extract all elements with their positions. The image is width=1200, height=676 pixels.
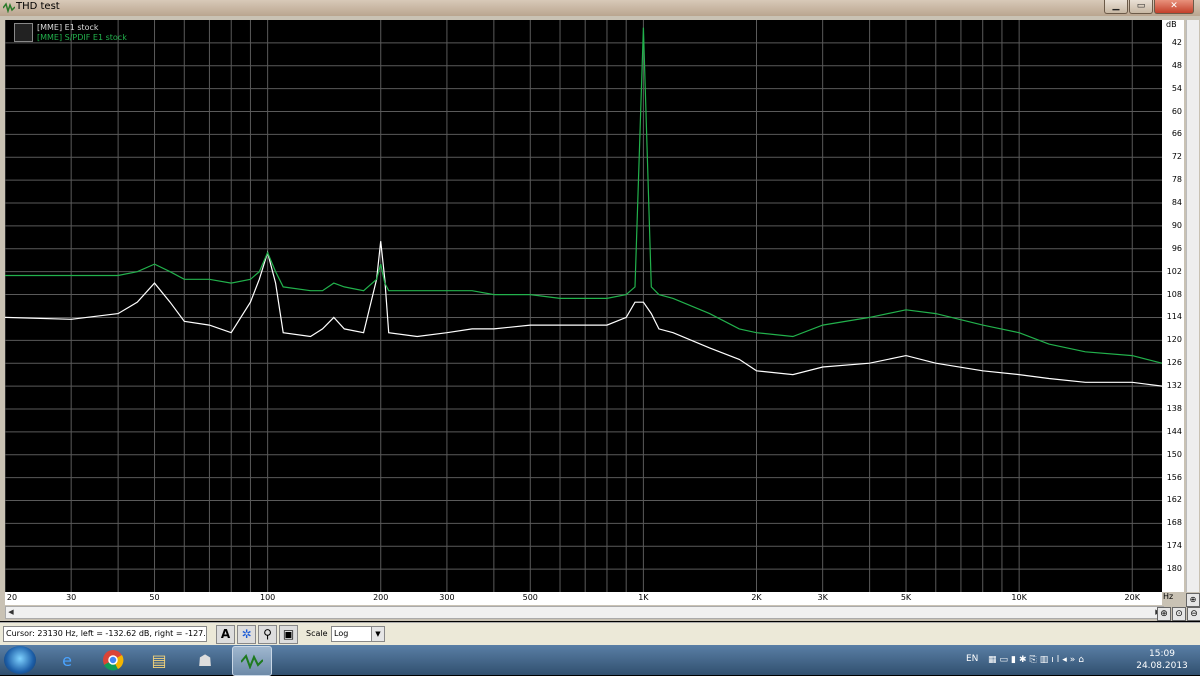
x-tick-label: 2K	[751, 593, 762, 602]
y-tick-label: 156	[1166, 472, 1182, 482]
foobar-icon[interactable]: ☗	[186, 646, 224, 674]
zoom-fit-icon[interactable]: ⊙	[1172, 607, 1186, 621]
y-tick-label: 180	[1166, 564, 1182, 574]
chrome-icon[interactable]	[94, 646, 132, 674]
y-tick-label: 138	[1166, 403, 1182, 413]
y-tick-label: 168	[1166, 518, 1182, 528]
y-tick-label: 150	[1166, 449, 1182, 459]
y-tick-label: 120	[1166, 335, 1182, 345]
cursor-readout: Cursor: 23130 Hz, left = -132.62 dB, rig…	[3, 626, 207, 642]
zoom-in-vertical-icon[interactable]: ⊕	[1186, 593, 1200, 607]
status-bar: Cursor: 23130 Hz, left = -132.62 dB, rig…	[0, 622, 1200, 646]
settings-gear-icon[interactable]: ✲	[237, 625, 256, 644]
x-tick-label: 3K	[817, 593, 828, 602]
chevron-down-icon[interactable]: ▼	[371, 627, 384, 641]
series-line-1	[5, 241, 1162, 387]
x-tick-label: 20	[6, 593, 18, 602]
font-button[interactable]: A	[216, 625, 235, 644]
title-bar: THD test ▁ ▭ ✕	[0, 0, 1200, 17]
x-tick-label: 5K	[900, 593, 912, 602]
minimize-button[interactable]: ▁	[1104, 0, 1128, 14]
y-axis-unit: dB	[1166, 20, 1177, 29]
y-tick-label: 102	[1166, 266, 1182, 276]
y-tick-label: 126	[1166, 358, 1182, 368]
y-tick-label: 96	[1171, 243, 1182, 253]
y-tick-label: 174	[1166, 541, 1182, 551]
y-tick-label: 60	[1171, 106, 1182, 116]
internet-explorer-icon[interactable]: e	[48, 646, 86, 674]
y-tick-label: 114	[1166, 312, 1182, 322]
x-tick-label: 200	[373, 593, 389, 602]
y-tick-label: 132	[1166, 381, 1182, 391]
y-tick-label: 54	[1171, 83, 1182, 93]
window-title: THD test	[16, 1, 60, 12]
y-tick-label: 48	[1171, 60, 1182, 70]
clock[interactable]: 15:09 24.08.2013	[1132, 648, 1192, 672]
y-axis: dB 42 48 54 60 66 72 78 84 90 96 102 108 114 120 126 13…	[1162, 20, 1184, 592]
search-icon[interactable]: ⚲	[258, 625, 277, 644]
legend-grid-icon[interactable]	[14, 23, 33, 42]
clock-date: 24.08.2013	[1136, 661, 1188, 671]
y-tick-label: 42	[1171, 37, 1182, 47]
scale-value: Log	[334, 629, 349, 638]
legend-entry-1: [MME] E1 stock	[37, 23, 99, 32]
horizontal-scrollbar[interactable]: ◀ ▶	[5, 606, 1164, 619]
x-tick-label: 10K	[1011, 593, 1027, 602]
y-tick-label: 90	[1171, 220, 1182, 230]
y-tick-label: 144	[1166, 426, 1182, 436]
clock-time: 15:09	[1149, 649, 1175, 659]
legend: [MME] E1 stock [MME] S/PDIF E1 stock	[14, 23, 127, 43]
spectrum-chart	[5, 20, 1162, 592]
language-indicator[interactable]: EN	[966, 654, 978, 664]
y-tick-label: 66	[1171, 129, 1182, 139]
save-icon[interactable]: ▣	[279, 625, 298, 644]
spectrum-plot[interactable]: [MME] E1 stock [MME] S/PDIF E1 stock	[5, 20, 1162, 592]
zoom-out-icon[interactable]: ⊖	[1187, 607, 1200, 621]
taskbar-thd-test-app[interactable]	[232, 646, 272, 676]
scale-select[interactable]: Log ▼	[331, 626, 385, 642]
maximize-button[interactable]: ▭	[1129, 0, 1153, 14]
x-tick-label: 500	[522, 593, 538, 602]
y-tick-label: 108	[1166, 289, 1182, 299]
scale-label: Scale	[306, 629, 328, 638]
x-axis-unit: Hz	[1163, 592, 1174, 601]
start-button[interactable]	[4, 646, 36, 674]
legend-entry-2: [MME] S/PDIF E1 stock	[37, 33, 127, 42]
x-tick-label: 20K	[1124, 593, 1140, 602]
y-tick-label: 72	[1171, 152, 1182, 162]
x-tick-label: 30	[66, 593, 77, 602]
x-tick-label: 1K	[638, 593, 649, 602]
scroll-left-icon[interactable]: ◀	[6, 607, 16, 618]
x-tick-label: 100	[259, 593, 276, 602]
x-tick-label: 300	[439, 593, 455, 602]
x-tick-label: 50	[149, 593, 160, 602]
app-waveform-icon	[3, 2, 15, 13]
y-tick-label: 84	[1171, 198, 1182, 208]
y-tick-label: 162	[1166, 495, 1182, 505]
file-explorer-icon[interactable]: ▤	[140, 646, 178, 674]
tray-icons[interactable]: ▦▭▮✱⎘▥ıl◂»⌂	[988, 655, 1087, 665]
vertical-scrollbar[interactable]	[1186, 20, 1199, 592]
taskbar: e ▤ ☗ EN ▦▭▮✱⎘▥ıl◂»⌂ 15:09 24.08.2013	[0, 645, 1200, 676]
y-tick-label: 78	[1171, 175, 1182, 185]
close-button[interactable]: ✕	[1154, 0, 1194, 14]
zoom-in-icon[interactable]: ⊕	[1157, 607, 1171, 621]
x-axis: 20 30 50 100 200 300 500 1K 2K 3K 5K 10K 20K	[5, 592, 1162, 605]
